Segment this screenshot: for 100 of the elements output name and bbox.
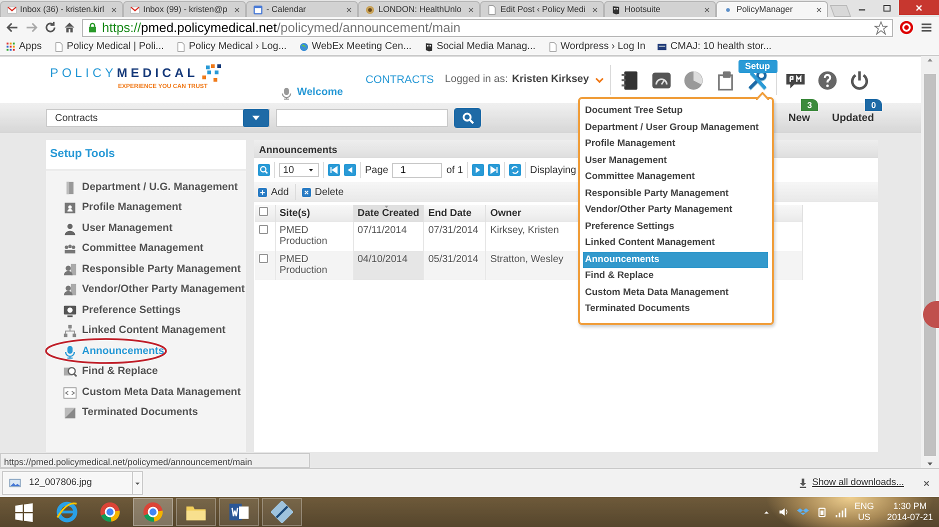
browser-tab[interactable]: LONDON: HealthUnlo: [358, 1, 480, 17]
chrome-icon: [142, 501, 164, 523]
back-icon[interactable]: [6, 21, 19, 34]
menu-item[interactable]: Committee Management: [583, 169, 768, 186]
menu-item[interactable]: User Management: [583, 152, 768, 169]
checkbox[interactable]: [259, 254, 268, 263]
reload-icon[interactable]: [44, 21, 57, 34]
code-icon: [63, 386, 77, 400]
bookmark[interactable]: Apps: [6, 39, 42, 54]
menu-item[interactable]: Linked Content Management: [583, 235, 768, 252]
sidebar-item[interactable]: Preference Settings: [63, 300, 246, 321]
checkbox[interactable]: [259, 225, 268, 234]
owl-icon: [611, 4, 622, 14]
clock-time[interactable]: 1:30 PM: [893, 501, 927, 512]
delete-action[interactable]: Delete: [302, 184, 344, 200]
close-icon[interactable]: [110, 6, 118, 14]
refresh-icon[interactable]: [509, 164, 522, 176]
user-name: Kristen Kirksey: [512, 72, 589, 88]
globe-icon: [298, 42, 309, 52]
close-icon[interactable]: [703, 6, 712, 14]
panel-title: Setup Tools: [50, 148, 115, 160]
close-icon[interactable]: [467, 6, 476, 14]
speaker-icon[interactable]: [778, 506, 790, 518]
next-page-icon[interactable]: [472, 164, 484, 176]
menu-item[interactable]: Document Tree Setup: [583, 103, 768, 120]
menu-icon[interactable]: [920, 21, 933, 34]
menu-item[interactable]: Responsible Party Management: [583, 186, 768, 202]
menu-item[interactable]: Custom Meta Data Management: [583, 284, 768, 301]
menu-item[interactable]: Profile Management: [583, 136, 768, 152]
help-icon[interactable]: [817, 70, 838, 90]
sidebar-item[interactable]: Custom Meta Data Management: [63, 382, 246, 403]
browser-tab[interactable]: - Calendar: [246, 1, 358, 17]
menu-item[interactable]: Find & Replace: [583, 268, 768, 284]
taskbar-app[interactable]: [176, 498, 216, 526]
close-icon[interactable]: [815, 6, 824, 14]
menu-item[interactable]: Terminated Documents: [583, 301, 768, 318]
bookmark[interactable]: CMAJ: 10 health stor...: [657, 39, 772, 54]
scrollbar[interactable]: [921, 56, 939, 468]
category-select[interactable]: Contracts: [46, 109, 270, 127]
menu-item[interactable]: Department / User Group Management: [583, 120, 768, 136]
star-icon[interactable]: [874, 20, 888, 34]
browser-tab[interactable]: PolicyManager: [716, 1, 828, 17]
clipboard-icon[interactable]: [715, 70, 736, 90]
bookmark[interactable]: Policy Medical | Poli...: [54, 39, 164, 54]
gauge-icon[interactable]: [651, 70, 672, 90]
binder-icon[interactable]: [619, 70, 640, 90]
menu-item[interactable]: Preference Settings: [583, 218, 768, 235]
browser-tab[interactable]: Inbox (36) - kristen.kirl: [0, 1, 124, 17]
previous-page-icon[interactable]: [344, 164, 356, 176]
add-action[interactable]: Add: [258, 184, 289, 200]
download-item[interactable]: 12_007806.jpg: [2, 471, 143, 495]
search-field[interactable]: [276, 109, 448, 127]
maximize-icon[interactable]: [882, 2, 892, 12]
caret-icon[interactable]: [134, 480, 141, 486]
home-icon[interactable]: [63, 21, 76, 34]
sidebar-item[interactable]: Find & Replace: [63, 362, 246, 382]
taskbar-app[interactable]: [133, 498, 173, 526]
browser-tab[interactable]: Inbox (99) - kristen@p: [123, 1, 246, 17]
signal-icon[interactable]: [835, 506, 848, 518]
page-size-select[interactable]: 10: [279, 163, 319, 177]
battery-icon[interactable]: [816, 506, 828, 518]
bookmark[interactable]: Social Media Manag...: [424, 39, 536, 54]
sidebar-item[interactable]: Vendor/Other Party Management: [63, 280, 246, 300]
search-icon[interactable]: [258, 164, 270, 176]
sidebar-item[interactable]: Responsible Party Management: [63, 259, 246, 280]
sidebar-item[interactable]: Committee Management: [63, 238, 246, 260]
bookmark[interactable]: Wordpress › Log In: [548, 39, 646, 54]
page-input[interactable]: 1: [392, 162, 442, 178]
show-all-downloads-link[interactable]: Show all downloads...: [812, 476, 904, 490]
taskbar-app[interactable]: [262, 498, 302, 526]
close-icon[interactable]: [345, 6, 354, 14]
first-page-icon[interactable]: [328, 164, 340, 176]
menu-item[interactable]: Vendor/Other Party Management: [583, 202, 768, 218]
last-page-icon[interactable]: [488, 164, 500, 176]
bookmark[interactable]: Policy Medical › Log...: [176, 39, 287, 54]
column-header[interactable]: Owner: [490, 208, 522, 219]
sidebar-item[interactable]: Profile Management: [63, 198, 246, 218]
browser-tab[interactable]: Hootsuite: [604, 1, 716, 17]
bookmark[interactable]: WebEx Meeting Cen...: [298, 39, 412, 54]
internet-explorer-icon: [56, 501, 78, 523]
search-button[interactable]: [454, 108, 481, 128]
close-icon[interactable]: [591, 6, 600, 14]
group-icon: [63, 242, 77, 256]
checkbox[interactable]: [259, 207, 268, 216]
badge-label[interactable]: Updated: [832, 111, 874, 127]
pie-chart-icon[interactable]: [683, 70, 704, 90]
badge-label[interactable]: New: [788, 111, 810, 127]
sidebar-item[interactable]: User Management: [63, 218, 246, 239]
grid-title: Announcements: [259, 145, 338, 156]
clock-date[interactable]: 2014-07-21: [886, 512, 933, 523]
close-icon[interactable]: [922, 478, 931, 488]
sidebar-item[interactable]: Terminated Documents: [63, 402, 246, 424]
extension-icon[interactable]: [899, 20, 914, 35]
close-icon[interactable]: [233, 6, 242, 14]
sidebar-item[interactable]: Linked Content Management: [63, 320, 246, 342]
browser-tab[interactable]: Edit Post ‹ Policy Medi: [480, 1, 604, 17]
taskbar-app[interactable]: [219, 498, 259, 526]
sidebar-item[interactable]: Department / U.G. Management: [63, 177, 246, 198]
power-icon[interactable]: [849, 70, 870, 90]
address-field[interactable]: https://pmed.policymedical.net/policymed/announcement/main: [82, 18, 893, 36]
